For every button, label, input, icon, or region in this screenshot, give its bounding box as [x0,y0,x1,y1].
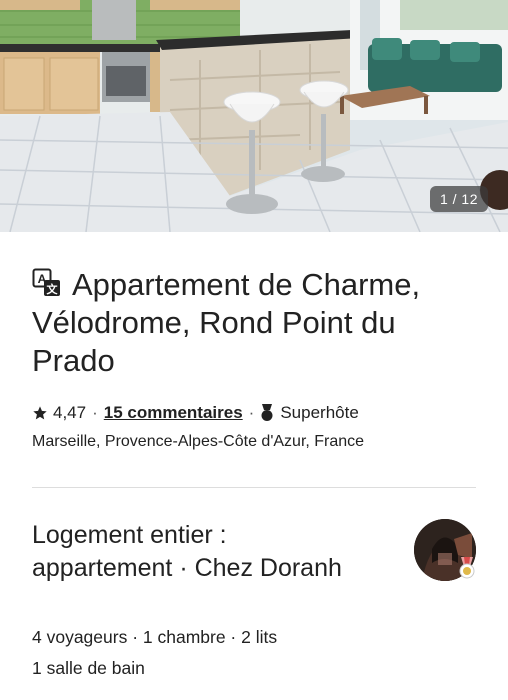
section-divider [32,487,476,488]
listing-title-text: Appartement de Charme, Vélodrome, Rond P… [32,267,421,378]
listing-title: A 文 Appartement de Charme, Vélodrome, Ro… [32,266,472,380]
host-section-title: Logement entier : appartement · Chez Dor… [32,521,342,582]
superhost-label: Superhôte [280,403,359,422]
medal-icon [261,404,273,421]
photo-counter: 1 / 12 [429,186,488,212]
rating-value: 4,47 [53,403,87,422]
svg-text:文: 文 [47,282,59,296]
listing-bathrooms: 1 salle de bain [32,658,145,678]
superhost-badge-icon [459,557,475,579]
separator-dot: · [92,403,98,422]
translate-icon[interactable]: A 文 [32,268,62,298]
star-icon [33,406,47,420]
listing-photo[interactable]: 1 / 12 [0,0,508,232]
reviews-link[interactable]: 15 commentaires [104,403,243,423]
rating-row: 4,47 · 15 commentaires · Superhôte [32,403,359,423]
listing-capacity: 4 voyageurs · 1 chambre · 2 lits [32,627,278,647]
separator-dot: · [248,403,255,422]
listing-location[interactable]: Marseille, Provence-Alpes-Côte d'Azur, F… [32,433,364,451]
listing-title-block: A 文 Appartement de Charme, Vélodrome, Ro… [32,266,472,380]
